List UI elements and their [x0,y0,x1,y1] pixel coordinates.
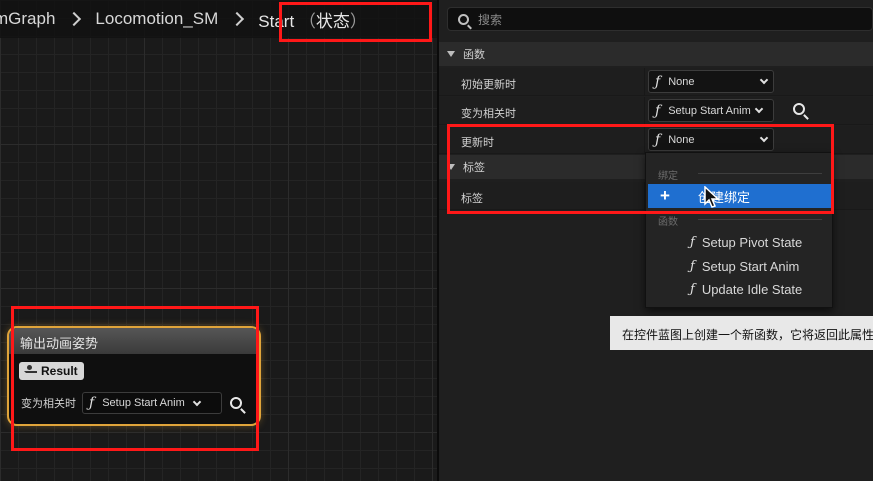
breadcrumb-item-locomotion[interactable]: Locomotion_SM [95,9,218,29]
section-functions[interactable]: 函数 [439,42,873,66]
menu-divider [698,219,822,220]
prop-value: Setup Start Anim [668,104,751,117]
create-binding-item[interactable]: + 创建绑定 [648,184,832,208]
function-icon: ƒ [690,259,695,274]
prop-row-initial-update: 初始更新时 ƒ None [439,68,873,96]
pose-icon [23,364,37,378]
breadcrumb-state-name: Start [258,11,295,31]
search-icon[interactable] [793,103,805,115]
result-pin-label: Result [41,364,78,378]
menu-section-functions: 函数 [658,217,678,228]
function-icon: ƒ [655,102,661,119]
search-icon[interactable] [230,397,242,409]
menu-divider [698,173,822,174]
menu-item-setup-pivot-state[interactable]: ƒ Setup Pivot State [690,235,802,250]
node-relevant-label: 变为相关时 [21,398,76,410]
prop-value: None [668,133,695,146]
chevron-right-icon [230,11,245,27]
collapse-triangle-icon [447,164,455,170]
function-icon: ƒ [655,131,661,148]
tooltip: 在控件蓝图上创建一个新函数，它将返回此属性的绑定数据。 [610,316,873,350]
search-placeholder: 搜索 [478,12,503,27]
breadcrumb-current-state: Start （状态） [258,11,367,31]
search-icon [458,13,469,25]
prop-label: 更新时 [461,137,494,149]
section-functions-label: 函数 [463,49,485,61]
graph-canvas[interactable]: mGraph Locomotion_SM Start （状态） 输出动画姿势 R… [0,0,437,481]
prop-label: 初始更新时 [461,79,516,91]
breadcrumb-item-animgraph[interactable]: mGraph [0,9,55,29]
function-icon: ƒ [690,235,695,250]
plus-icon: + [660,186,670,205]
node-relevant-row: 变为相关时 ƒ Setup Start Anim [21,392,259,414]
function-icon: ƒ [89,395,95,411]
result-pin[interactable]: Result [19,362,259,380]
prop-label: 变为相关时 [461,108,516,120]
initial-update-select[interactable]: ƒ None [648,70,774,93]
become-relevant-select[interactable]: ƒ Setup Start Anim [648,99,774,122]
prop-value: None [668,75,695,88]
node-relevant-value: Setup Start Anim [102,397,185,409]
chevron-down-icon [759,133,769,143]
details-search-input[interactable]: 搜索 [447,7,873,31]
menu-section-bind: 绑定 [658,171,678,182]
node-relevant-select[interactable]: ƒ Setup Start Anim [82,392,222,414]
collapse-triangle-icon [447,51,455,57]
binding-dropdown-menu: 绑定 + 创建绑定 函数 ƒ Setup Pivot State ƒ Setup… [645,152,833,308]
chevron-down-icon [759,75,769,85]
chevron-down-icon [754,104,763,114]
menu-item-update-idle-state[interactable]: ƒ Update Idle State [690,282,802,297]
function-icon: ƒ [655,73,661,90]
prop-label: 标签 [461,193,483,205]
mouse-cursor-icon [704,186,720,208]
prop-row-on-update: 更新时 ƒ None [439,126,873,154]
output-pose-node[interactable]: 输出动画姿势 Result 变为相关时 ƒ Setup Start Anim [7,326,261,426]
prop-row-become-relevant: 变为相关时 ƒ Setup Start Anim [439,97,873,125]
chevron-down-icon [192,397,201,406]
chevron-right-icon [67,11,82,27]
breadcrumb: mGraph Locomotion_SM Start （状态） [0,0,437,38]
breadcrumb-state-type: 状态 [315,11,350,31]
function-icon: ƒ [690,282,695,297]
node-title: 输出动画姿势 [9,328,259,354]
on-update-select[interactable]: ƒ None [648,128,774,151]
menu-item-setup-start-anim[interactable]: ƒ Setup Start Anim [690,259,799,274]
section-tags-label: 标签 [463,162,485,174]
